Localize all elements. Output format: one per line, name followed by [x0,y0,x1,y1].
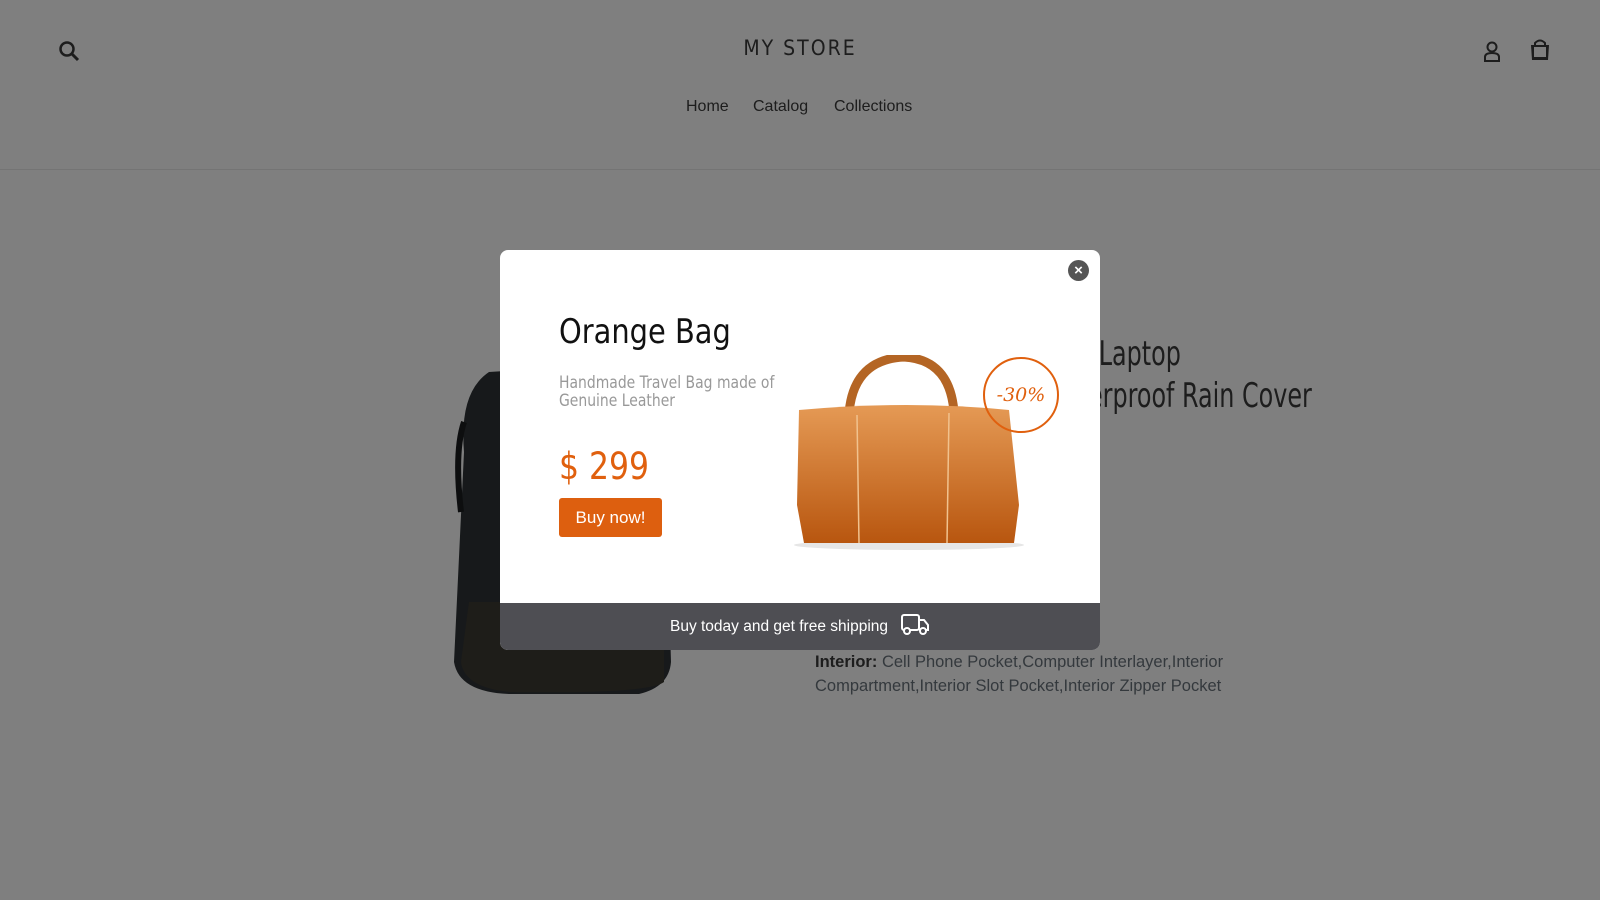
truck-icon [900,612,930,641]
discount-badge: -30% [983,357,1059,433]
shipping-text: Buy today and get free shipping [669,617,888,635]
popup-title: Orange Bag [559,312,731,352]
shipping-banner: Buy today and get free shipping [500,603,1100,650]
close-icon[interactable]: × [1068,260,1089,281]
promo-popup: × Orange Bag Handmade Travel Bag made of… [500,250,1100,650]
popup-subtitle: Handmade Travel Bag made of Genuine Leat… [559,373,775,411]
buy-now-button[interactable]: Buy now! [559,498,662,537]
popup-price: $ 299 [559,445,650,488]
